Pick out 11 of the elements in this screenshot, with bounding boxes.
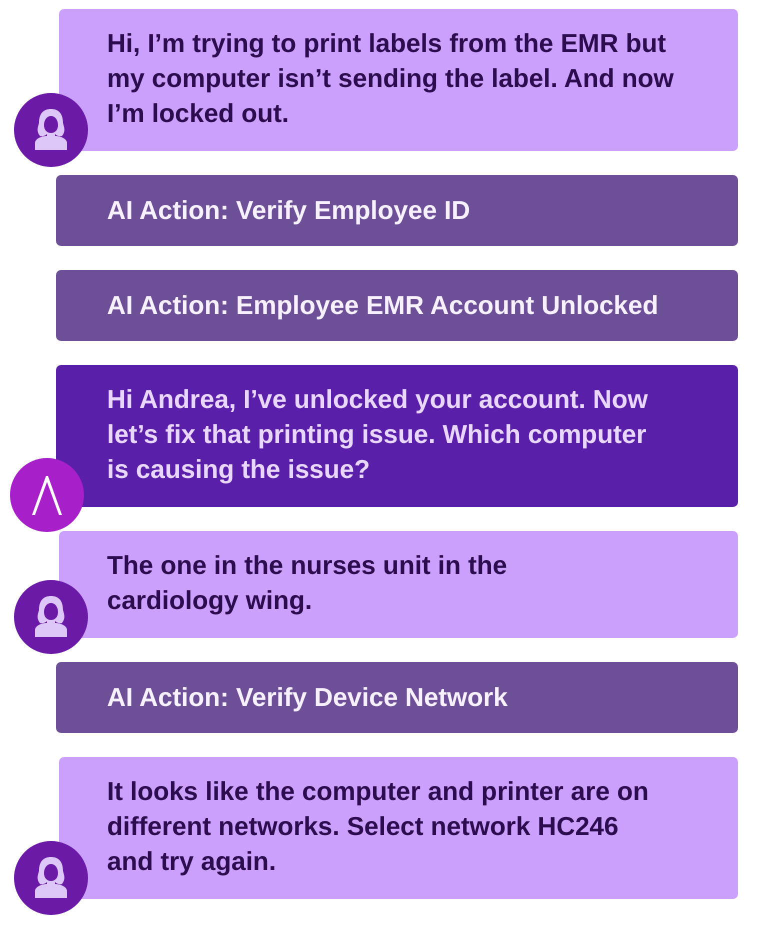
message-text: AI Action: Employee EMR Account Unlocked [107, 289, 660, 322]
message-text: AI Action: Verify Device Network [107, 681, 509, 714]
message-text: Hi Andrea, I’ve unlocked your account. Now let’s fix that printing issue. Which computer is causing the issue? [107, 383, 649, 486]
person-avatar-icon [14, 580, 88, 654]
person-avatar-icon [14, 93, 88, 167]
person-avatar-icon [14, 841, 88, 915]
message-text: The one in the nurses unit in the cardiology wing. [107, 549, 508, 617]
message-text: It looks like the computer and printer are on different networks. Select network HC246 and try again. [107, 775, 650, 878]
message-text: Hi, I’m trying to print labels from the EMR but my computer isn’t sending the label. And now I’m locked out. [107, 27, 675, 130]
message-text: AI Action: Verify Employee ID [107, 194, 472, 227]
peak-logo-icon [10, 458, 84, 532]
